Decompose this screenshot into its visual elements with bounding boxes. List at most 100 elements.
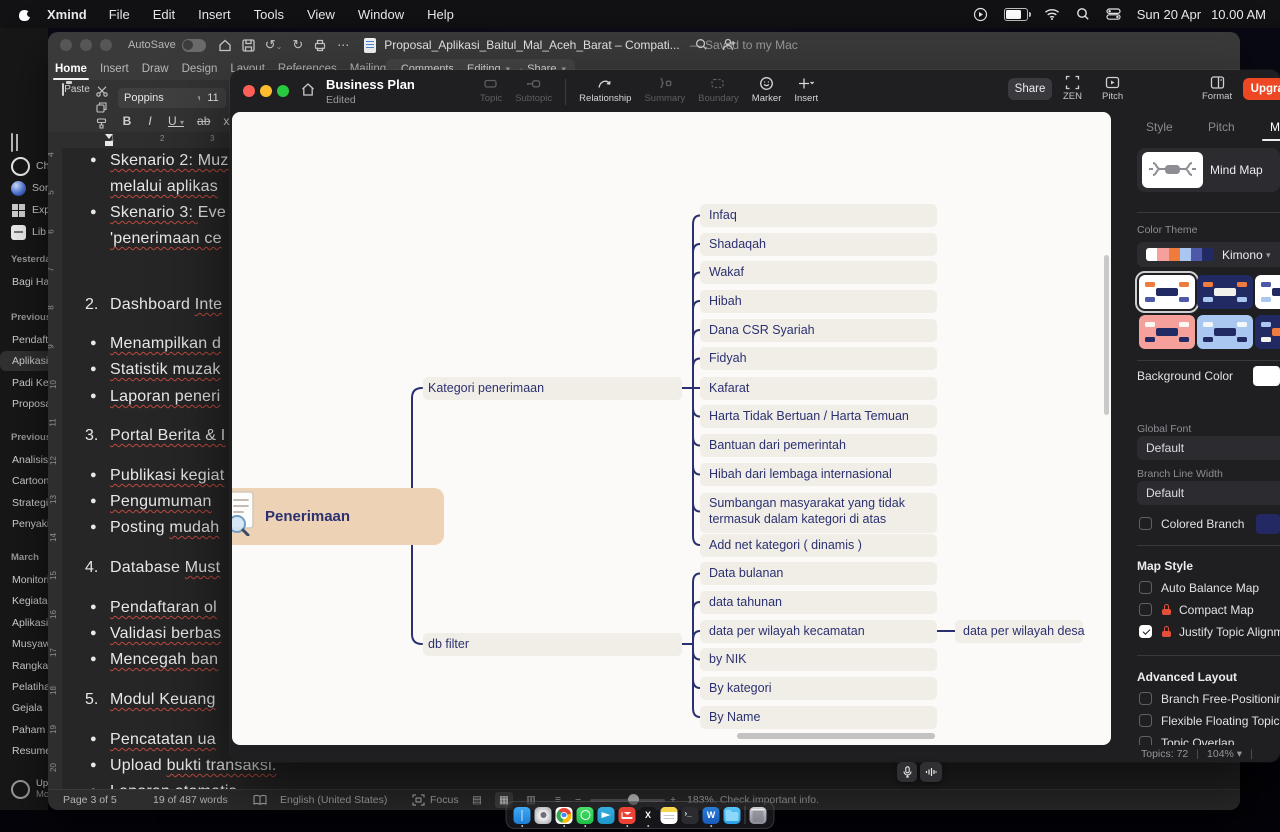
tool-marker[interactable]: Marker (752, 75, 782, 104)
font-select[interactable]: Poppins▾ (118, 88, 208, 108)
checkbox-auto-balance-map[interactable] (1139, 581, 1152, 594)
tool-insert[interactable]: Insert (794, 75, 818, 104)
dock-icon-gmail[interactable] (619, 807, 636, 824)
sidebar-item[interactable]: Rangkai (0, 656, 48, 676)
sidebar-item[interactable]: Gejala (0, 698, 48, 718)
sidebar-item[interactable]: Pelatiha (0, 677, 48, 697)
checkbox-justify-topic-alignment[interactable] (1139, 625, 1152, 638)
format-italic-button[interactable]: I (145, 114, 155, 128)
tab-home[interactable]: Home (55, 63, 87, 75)
autosave-toggle[interactable] (182, 39, 206, 52)
paste-button[interactable]: Paste (58, 84, 94, 128)
sidebar-item[interactable]: Paham A (0, 720, 48, 740)
theme-option-4[interactable] (1139, 315, 1195, 349)
screen-mirroring-icon[interactable] (973, 7, 988, 22)
tab-map[interactable]: Map (1270, 120, 1280, 134)
sidebar-nav-explore[interactable]: Exp (0, 200, 48, 220)
menubar-item-file[interactable]: File (109, 7, 130, 22)
format-painter-icon[interactable] (96, 118, 107, 129)
sidebar-item[interactable]: Musyaw (0, 634, 48, 654)
apple-icon[interactable] (18, 8, 31, 21)
theme-option-2[interactable] (1197, 275, 1253, 309)
zoom-button[interactable] (277, 85, 289, 97)
topic-subtopic[interactable]: Data bulanan (700, 562, 937, 585)
zen-mode-button[interactable]: ZEN (1063, 75, 1082, 102)
checkbox-compact-map[interactable] (1139, 603, 1152, 616)
topic-subtopic[interactable]: data tahunan (700, 591, 937, 614)
tab-design[interactable]: Design (182, 63, 218, 75)
home-icon[interactable] (218, 39, 232, 52)
topic-subtopic[interactable]: Bantuan dari pemerintah (700, 434, 937, 457)
sidebar-item[interactable]: Proposa (0, 394, 48, 414)
branch-line-width-select[interactable]: Default (1137, 481, 1280, 505)
topic-branch[interactable]: Kategori penerimaan (423, 377, 682, 400)
topic-subtopic[interactable]: data per wilayah kecamatan (700, 620, 937, 643)
sidebar-nav-library[interactable]: Lib (0, 222, 48, 242)
pitch-button[interactable]: Pitch (1102, 75, 1123, 102)
topic-subtopic[interactable]: Dana CSR Syariah (700, 319, 937, 342)
read-mode-button[interactable]: ▤ (468, 792, 486, 808)
global-font-select[interactable]: Default (1137, 436, 1280, 460)
tool-subtopic[interactable]: Subtopic (515, 75, 552, 104)
audio-indicator-button[interactable] (920, 762, 942, 782)
tool-boundary[interactable]: Boundary (698, 75, 739, 104)
topic-subtopic[interactable]: Infaq (700, 204, 937, 227)
zoom-button[interactable] (100, 39, 112, 51)
sidebar-item[interactable]: Padi Ken (0, 373, 48, 393)
topic-subtopic[interactable]: by NIK (700, 648, 937, 671)
menubar-app-name[interactable]: Xmind (47, 7, 87, 22)
dock-icon-settings[interactable] (535, 807, 552, 824)
dock-icon-terminal[interactable]: ›_ (682, 807, 699, 824)
theme-option-6[interactable] (1255, 315, 1280, 349)
tab-style[interactable]: Style (1146, 120, 1173, 134)
sidebar-item[interactable]: Strategi (0, 493, 48, 513)
menubar-clock[interactable]: Sun 20 Apr10.00 AM (1137, 7, 1266, 22)
canvas-horizontal-scrollbar[interactable] (737, 733, 935, 739)
theme-option-1[interactable] (1139, 275, 1195, 309)
topic-branch[interactable]: db filter (423, 633, 682, 656)
font-size-select[interactable]: 11 (200, 88, 226, 108)
menubar-item-insert[interactable]: Insert (198, 7, 231, 22)
topic-subtopic[interactable]: Add net kategori ( dinamis ) (700, 534, 937, 557)
format-underline-button[interactable]: U ▾ (168, 114, 184, 128)
save-icon[interactable] (242, 39, 255, 52)
close-button[interactable] (243, 85, 255, 97)
topic-subtopic[interactable]: Wakaf (700, 261, 937, 284)
dock-icon-whatsapp[interactable] (577, 807, 594, 824)
canvas-zoom-level[interactable]: 104% ▾ (1207, 748, 1242, 760)
menubar-item-view[interactable]: View (307, 7, 335, 22)
dock-icon-word[interactable]: W (703, 807, 720, 824)
topic-subtopic[interactable]: Harta Tidak Bertuan / Harta Temuan (700, 405, 937, 428)
control-center-icon[interactable] (1106, 8, 1121, 20)
cut-icon[interactable] (96, 86, 108, 97)
menubar-item-window[interactable]: Window (358, 7, 404, 22)
sidebar-item[interactable]: Pendafta (0, 330, 48, 350)
dock-icon-notes[interactable] (661, 807, 678, 824)
menubar-item-edit[interactable]: Edit (153, 7, 175, 22)
undo-icon[interactable]: ↺⌄ (265, 37, 283, 53)
sidebar-nav-sora[interactable]: Sor (0, 178, 48, 198)
sidebar-nav-chatgpt[interactable]: Cha (0, 156, 48, 176)
topic-subtopic[interactable]: By kategori (700, 677, 937, 700)
topic-subtopic[interactable]: By Name (700, 706, 937, 729)
colored-branch-checkbox[interactable] (1139, 517, 1152, 530)
tool-summary[interactable]: Summary (644, 75, 685, 104)
close-button[interactable] (60, 39, 72, 51)
checkbox-flexible-floating-topic[interactable] (1139, 714, 1152, 727)
structure-selector[interactable]: Mind Map (1137, 148, 1280, 192)
topic-subtopic[interactable]: Hibah (700, 290, 937, 313)
dock-icon-telegram[interactable] (598, 807, 615, 824)
share-user-icon[interactable] (722, 38, 736, 51)
topic-grandchild[interactable]: data per wilayah desa (955, 620, 1083, 643)
wifi-icon[interactable] (1044, 8, 1060, 20)
sidebar-upgrade[interactable]: UpMo (0, 776, 48, 802)
tab-draw[interactable]: Draw (142, 63, 169, 75)
sidebar-item[interactable]: Analisis (0, 450, 48, 470)
canvas-vertical-scrollbar[interactable] (1104, 255, 1109, 415)
sidebar-item[interactable]: Penyakit (0, 514, 48, 534)
minimize-button[interactable] (260, 85, 272, 97)
menubar-item-help[interactable]: Help (427, 7, 454, 22)
more-commands-icon[interactable]: ⋯ (337, 38, 350, 52)
spotlight-search-icon[interactable] (1076, 7, 1090, 21)
page-indicator[interactable]: Page 3 of 5 (63, 794, 117, 806)
